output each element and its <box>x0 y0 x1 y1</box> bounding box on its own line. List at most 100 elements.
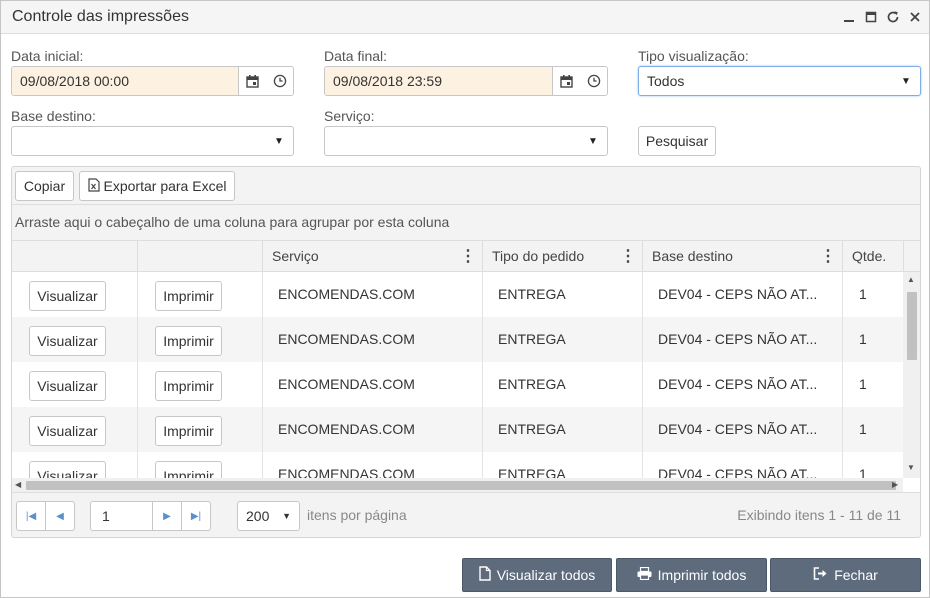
chevron-down-icon: ▼ <box>274 135 284 147</box>
minimize-icon[interactable] <box>841 8 857 26</box>
printer-icon <box>637 566 652 583</box>
page-number-input[interactable]: 1 <box>90 501 153 531</box>
column-header-print <box>137 241 262 272</box>
quantity-cell: 1 <box>842 407 903 452</box>
vertical-scroll-thumb[interactable] <box>907 292 917 360</box>
first-page-icon[interactable]: |◀ <box>16 501 46 531</box>
row-action-cell: Visualizar <box>12 452 137 478</box>
close-label: Fechar <box>834 567 878 583</box>
order-type-cell: ENTREGA <box>482 407 642 452</box>
scroll-down-icon[interactable]: ▼ <box>907 463 915 472</box>
column-header-destination-base[interactable]: Base destino ⋮ <box>642 241 842 272</box>
horizontal-scrollbar[interactable]: ◀ ▶ <box>12 478 903 492</box>
group-drop-area[interactable]: Arraste aqui o cabeçalho de uma coluna p… <box>12 205 920 241</box>
order-type-cell: ENTREGA <box>482 362 642 407</box>
destination-base-select[interactable]: ▼ <box>11 126 294 156</box>
search-button[interactable]: Pesquisar <box>638 126 716 156</box>
quantity-cell: 1 <box>842 452 903 478</box>
start-date-input[interactable]: 09/08/2018 00:00 <box>12 67 239 95</box>
copy-button[interactable]: Copiar <box>15 171 74 201</box>
row-action-cell: Visualizar <box>12 272 137 317</box>
view-button[interactable]: Visualizar <box>29 371 106 401</box>
quantity-cell: 1 <box>842 362 903 407</box>
scroll-up-icon[interactable]: ▲ <box>907 275 915 284</box>
view-all-label: Visualizar todos <box>496 567 596 583</box>
view-type-select[interactable]: Todos ▼ <box>638 66 921 96</box>
service-label: Serviço: <box>324 108 375 124</box>
row-action-cell: Imprimir <box>137 362 262 407</box>
view-button[interactable]: Visualizar <box>29 281 106 311</box>
end-date-label: Data final: <box>324 48 388 64</box>
order-type-cell: ENTREGA <box>482 452 642 478</box>
service-cell: ENCOMENDAS.COM <box>262 317 482 362</box>
print-button[interactable]: Imprimir <box>155 281 222 311</box>
quantity-cell: 1 <box>842 317 903 362</box>
chevron-down-icon: ▼ <box>282 511 291 521</box>
grid-header: Serviço ⋮ Tipo do pedido ⋮ Base destino … <box>12 241 920 272</box>
column-header-order-type[interactable]: Tipo do pedido ⋮ <box>482 241 642 272</box>
scroll-left-icon[interactable]: ◀ <box>15 480 21 489</box>
end-date-input[interactable]: 09/08/2018 23:59 <box>325 67 553 95</box>
service-cell: ENCOMENDAS.COM <box>262 407 482 452</box>
view-button[interactable]: Visualizar <box>29 461 106 478</box>
column-header-service-label: Serviço <box>272 248 319 264</box>
view-button[interactable]: Visualizar <box>29 326 106 356</box>
table-row: Visualizar Imprimir ENCOMENDAS.COM ENTRE… <box>12 362 903 407</box>
print-control-window: Controle das impressões Data inicial: 09… <box>0 0 930 598</box>
close-icon[interactable] <box>907 8 923 26</box>
print-button[interactable]: Imprimir <box>155 326 222 356</box>
close-button[interactable]: Fechar <box>770 558 921 592</box>
print-button[interactable]: Imprimir <box>155 371 222 401</box>
last-page-icon[interactable]: ▶| <box>181 501 211 531</box>
chevron-down-icon: ▼ <box>901 75 911 87</box>
print-button[interactable]: Imprimir <box>155 461 222 478</box>
order-type-cell: ENTREGA <box>482 272 642 317</box>
grid-body: Visualizar Imprimir ENCOMENDAS.COM ENTRE… <box>12 272 903 478</box>
column-header-destination-base-label: Base destino <box>652 248 733 264</box>
sign-out-icon <box>813 567 828 583</box>
maximize-icon[interactable] <box>863 8 879 26</box>
service-select[interactable]: ▼ <box>324 126 608 156</box>
column-header-order-type-label: Tipo do pedido <box>492 248 585 264</box>
scroll-right-icon[interactable]: ▶ <box>892 480 898 489</box>
calendar-icon[interactable] <box>553 67 580 95</box>
row-action-cell: Visualizar <box>12 362 137 407</box>
row-action-cell: Imprimir <box>137 317 262 362</box>
grid-toolbar: Copiar Exportar para Excel <box>12 167 920 205</box>
view-button[interactable]: Visualizar <box>29 416 106 446</box>
column-header-service[interactable]: Serviço ⋮ <box>262 241 482 272</box>
vertical-scrollbar[interactable]: ▲ ▼ <box>903 272 920 478</box>
window-controls <box>841 8 923 26</box>
print-grid: Copiar Exportar para Excel Arraste aqui … <box>11 166 921 538</box>
next-page-icon[interactable]: ▶ <box>152 501 182 531</box>
header-scroll-spacer <box>903 241 920 272</box>
previous-page-icon[interactable]: ◀ <box>45 501 75 531</box>
horizontal-scroll-thumb[interactable] <box>26 481 896 490</box>
print-all-button[interactable]: Imprimir todos <box>616 558 767 592</box>
clock-icon[interactable] <box>266 67 293 95</box>
order-type-cell: ENTREGA <box>482 317 642 362</box>
page-size-select[interactable]: 200 ▼ <box>237 501 300 531</box>
destination-base-cell: DEV04 - CEPS NÃO AT... <box>642 272 842 317</box>
end-date-picker[interactable]: 09/08/2018 23:59 <box>324 66 608 96</box>
column-menu-icon[interactable]: ⋮ <box>820 241 836 272</box>
refresh-icon[interactable] <box>885 8 901 26</box>
service-cell: ENCOMENDAS.COM <box>262 452 482 478</box>
calendar-icon[interactable] <box>239 67 266 95</box>
start-date-picker[interactable]: 09/08/2018 00:00 <box>11 66 294 96</box>
row-action-cell: Visualizar <box>12 407 137 452</box>
title-bar: Controle das impressões <box>1 1 929 34</box>
row-action-cell: Visualizar <box>12 317 137 362</box>
column-header-quantity[interactable]: Qtde. <box>842 241 903 272</box>
view-all-button[interactable]: Visualizar todos <box>462 558 612 592</box>
chevron-down-icon: ▼ <box>588 135 598 147</box>
table-row: Visualizar Imprimir ENCOMENDAS.COM ENTRE… <box>12 452 903 478</box>
export-excel-button[interactable]: Exportar para Excel <box>79 171 235 201</box>
print-button[interactable]: Imprimir <box>155 416 222 446</box>
excel-file-icon <box>87 177 100 195</box>
destination-base-cell: DEV04 - CEPS NÃO AT... <box>642 317 842 362</box>
column-menu-icon[interactable]: ⋮ <box>460 241 476 272</box>
column-menu-icon[interactable]: ⋮ <box>620 241 636 272</box>
page-size-value: 200 <box>246 508 270 524</box>
clock-icon[interactable] <box>580 67 607 95</box>
